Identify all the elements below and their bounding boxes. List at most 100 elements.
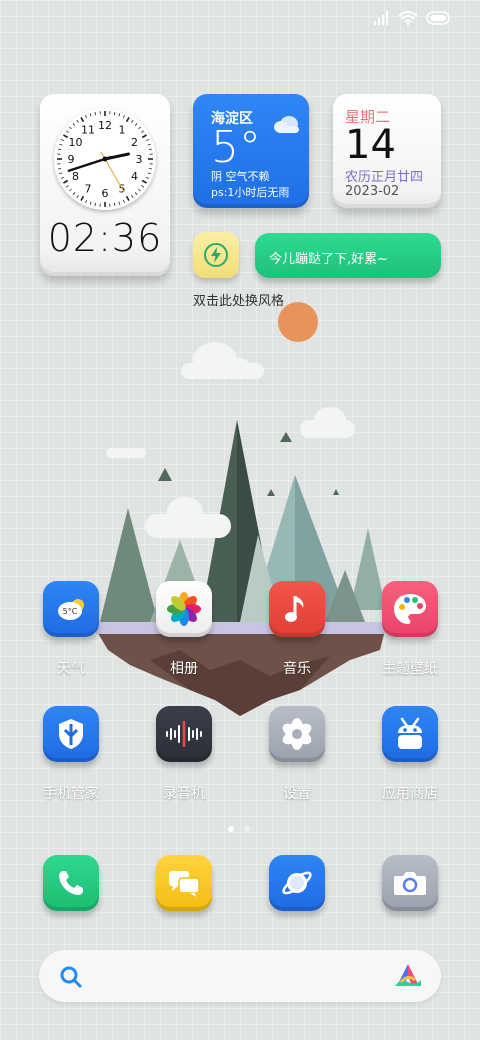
- clock-tick: [76, 195, 79, 199]
- clock-tick: [141, 185, 145, 188]
- app-music[interactable]: [269, 581, 325, 637]
- clock-tick: [138, 188, 141, 192]
- clock-tick: [60, 176, 65, 179]
- wifi-icon: [398, 11, 418, 25]
- clock-tick: [147, 172, 151, 175]
- calendar-month: 2023-02: [345, 184, 400, 199]
- camera-icon: [394, 872, 426, 895]
- signal-icon: [374, 11, 388, 25]
- dock-messages[interactable]: [156, 855, 212, 911]
- app-label: 应用商店: [382, 786, 438, 802]
- search-bar[interactable]: [39, 950, 441, 1002]
- clock-number: 2: [131, 136, 138, 149]
- clock-tick: [76, 119, 79, 123]
- clock-tick: [113, 202, 116, 207]
- clock-tick: [89, 201, 92, 205]
- app-store[interactable]: [382, 706, 438, 762]
- phone-icon: [59, 871, 83, 895]
- style-switch-button[interactable]: [193, 232, 239, 278]
- clock-number: 1: [119, 124, 126, 137]
- gallery-icon: [167, 592, 201, 626]
- weather-widget[interactable]: 海淀区 5° 阴 空气不赖 ps:1小时后无雨: [193, 94, 309, 208]
- clock-tick: [134, 192, 138, 195]
- cloud-icon: [274, 116, 299, 133]
- clock-tick: [94, 202, 97, 207]
- app-store-icon: [398, 717, 422, 749]
- clock-tick: [141, 130, 145, 133]
- clock-tick: [113, 111, 116, 116]
- analog-clock: 121234567891011: [54, 108, 156, 210]
- app-gallery[interactable]: [156, 581, 212, 637]
- clock-tick: [131, 195, 134, 199]
- clock-number: 3: [136, 153, 143, 166]
- dock-browser[interactable]: [269, 855, 325, 911]
- calendar-lunar-date: 农历正月廿四: [345, 170, 424, 185]
- app-settings[interactable]: [269, 706, 325, 762]
- recorder-icon: [166, 721, 202, 747]
- speech-bubble[interactable]: 今儿蹦跶了下,好累~: [255, 233, 441, 278]
- app-label: 相册: [170, 661, 198, 677]
- clock-tick: [60, 139, 65, 142]
- clock-number: 11: [81, 124, 95, 137]
- page-indicator: [228, 826, 250, 832]
- calendar-day: 14: [345, 122, 396, 168]
- search-icon[interactable]: [59, 965, 83, 989]
- dock-camera[interactable]: [382, 855, 438, 911]
- clock-widget[interactable]: 121234567891011 02:36: [40, 94, 170, 276]
- weather-hint: ps:1小时后无雨: [211, 186, 290, 199]
- app-phone-manager[interactable]: [43, 706, 99, 762]
- settings-icon: [282, 718, 312, 750]
- clock-tick: [57, 148, 62, 151]
- page-dot: [244, 826, 250, 832]
- clock-tick: [134, 123, 138, 126]
- clock-tick: [69, 188, 72, 192]
- dock-phone[interactable]: [43, 855, 99, 911]
- clock-tick: [63, 179, 69, 184]
- clock-number: 8: [72, 170, 79, 183]
- clock-number: 12: [98, 119, 112, 132]
- weather-condition: 阴 空气不赖: [211, 170, 270, 183]
- app-label: 天气: [57, 661, 85, 677]
- clock-tick: [125, 195, 130, 201]
- app-recorder[interactable]: [156, 706, 212, 762]
- clock-number: 7: [85, 182, 92, 195]
- battery-icon: [426, 11, 450, 25]
- app-themes[interactable]: [382, 581, 438, 637]
- clock-tick: [148, 148, 153, 151]
- clock-number: 9: [68, 153, 75, 166]
- cloud: [300, 407, 355, 438]
- clock-tick: [122, 114, 125, 119]
- clock-tick: [145, 139, 150, 142]
- weather-badge: 5°C: [63, 607, 78, 616]
- app-label: 手机管家: [43, 786, 99, 802]
- clock-tick: [80, 117, 85, 123]
- sun: [278, 302, 318, 342]
- browser-icon: [282, 871, 312, 895]
- clock-tick: [138, 126, 141, 130]
- clock-tick: [145, 176, 150, 179]
- clock-tick: [141, 179, 147, 184]
- clock-tick: [85, 199, 88, 204]
- clock-tick: [57, 167, 62, 170]
- clock-tick: [141, 134, 147, 139]
- app-label: 设置: [283, 786, 311, 802]
- assistant-icon[interactable]: [393, 962, 423, 990]
- app-label: 主题壁纸: [382, 661, 438, 677]
- clock-number: 10: [69, 136, 83, 149]
- weather-temperature: 5°: [211, 122, 261, 173]
- clock-tick: [118, 113, 121, 117]
- status-icons: [374, 11, 452, 25]
- app-weather[interactable]: 5°C: [43, 581, 99, 637]
- clock-tick: [59, 143, 63, 146]
- app-label: 音乐: [283, 661, 311, 677]
- clock-tick: [69, 126, 72, 130]
- cloud: [181, 342, 264, 379]
- calendar-widget[interactable]: 星期二 14 农历正月廿四 2023-02: [333, 94, 441, 208]
- clock-dial: 121234567891011: [57, 111, 153, 207]
- page-dot-active: [228, 826, 234, 832]
- music-icon: [285, 596, 304, 622]
- clock-tick: [63, 134, 69, 139]
- clock-center: [102, 156, 108, 162]
- app-label: 录音机: [163, 786, 205, 802]
- clock-tick: [59, 172, 63, 175]
